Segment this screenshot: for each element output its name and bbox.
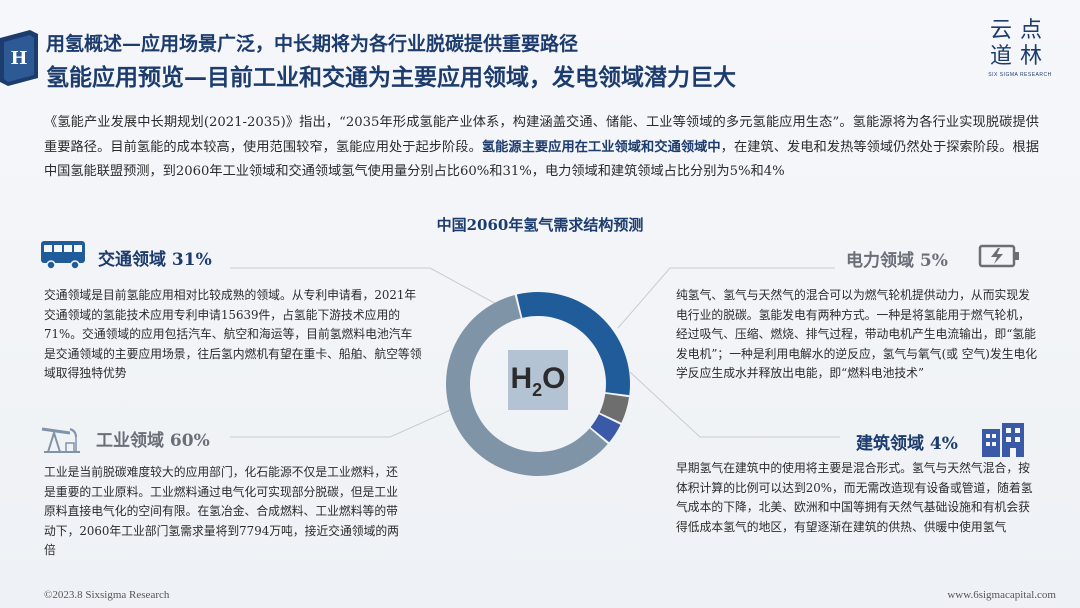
footer-website[interactable]: www.6sigmacapital.com — [947, 589, 1056, 601]
building-title: 建筑领域 4% — [856, 434, 958, 454]
power-text: 纯氢气、氢气与天然气的混合可以为燃气轮机提供动力，从而实现发电行业的脱碳。氢能发… — [676, 288, 1038, 380]
building-text: 早期氢气在建筑中的使用将主要是混合形式。氢气与天然气混合，按体积计算的比例可以达… — [676, 461, 1033, 534]
oil-pump-icon — [40, 419, 84, 458]
industry-title: 工业领域 60% — [96, 431, 210, 451]
power-title: 电力领域 5% — [846, 251, 948, 271]
bus-icon — [40, 240, 86, 275]
power-heading: 电力领域 5% — [846, 242, 1022, 275]
transport-text: 交通领域是目前氢能应用相对比较成熟的领域。从专利申请看，2021年交通领域的氢能… — [44, 288, 422, 380]
building-heading: 建筑领域 4% — [856, 421, 1026, 462]
transport-heading: 交通领域 31% — [40, 240, 212, 275]
industry-text: 工业是当前脱碳难度较大的应用部门，化石能源不仅是工业燃料，还是重要的工业原料。工… — [44, 465, 399, 557]
demand-donut-chart: H2O — [446, 292, 630, 476]
battery-charging-icon — [978, 242, 1022, 275]
footer-copyright: ©2023.8 Sixsigma Research — [44, 589, 170, 601]
building-icon — [980, 421, 1026, 462]
transport-title: 交通领域 31% — [98, 250, 212, 270]
industry-heading: 工业领域 60% — [40, 419, 210, 458]
